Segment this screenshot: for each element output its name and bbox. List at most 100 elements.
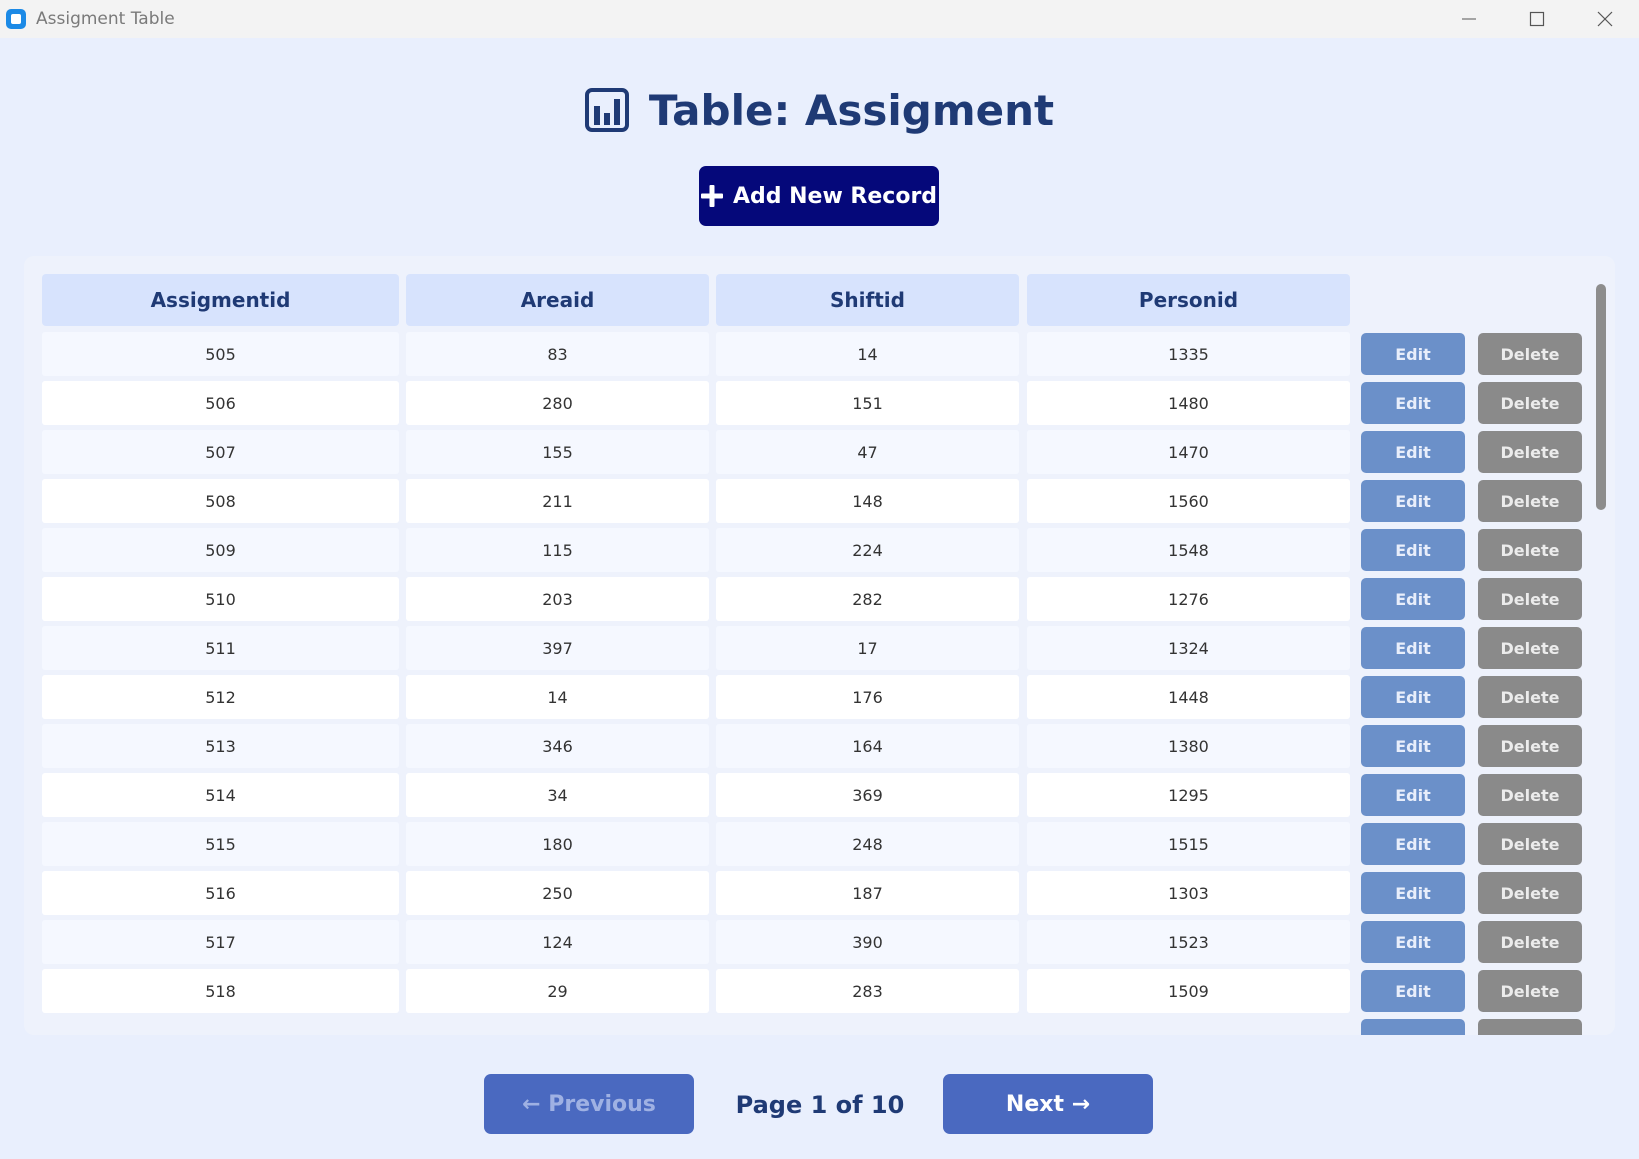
table-row: 513 346 164 1380 Edit Delete — [24, 724, 1615, 768]
delete-button[interactable]: Delete — [1478, 872, 1582, 914]
cell-shiftid: 187 — [716, 871, 1019, 915]
vertical-scrollbar[interactable] — [1596, 284, 1606, 510]
cell-assigmentid: 511 — [42, 626, 399, 670]
cell-personid: 1515 — [1027, 822, 1350, 866]
cell-assigmentid: 505 — [42, 332, 399, 376]
maximize-button[interactable] — [1503, 0, 1571, 38]
cell-personid: 1548 — [1027, 528, 1350, 572]
delete-button[interactable]: Delete — [1478, 970, 1582, 1012]
edit-button[interactable]: Edit — [1361, 578, 1465, 620]
cell-assigmentid: 515 — [42, 822, 399, 866]
delete-button[interactable] — [1478, 1019, 1582, 1035]
cell-personid: 1480 — [1027, 381, 1350, 425]
cell-areaid: 115 — [406, 528, 709, 572]
edit-button[interactable]: Edit — [1361, 774, 1465, 816]
edit-button[interactable]: Edit — [1361, 431, 1465, 473]
edit-button[interactable]: Edit — [1361, 480, 1465, 522]
app-icon — [6, 9, 26, 29]
delete-button[interactable]: Delete — [1478, 725, 1582, 767]
delete-button[interactable]: Delete — [1478, 382, 1582, 424]
close-button[interactable] — [1571, 0, 1639, 38]
cell-areaid: 34 — [406, 773, 709, 817]
cell-shiftid: 283 — [716, 969, 1019, 1013]
maximize-icon — [1529, 11, 1545, 27]
next-page-button[interactable]: Next → — [943, 1074, 1153, 1134]
cell-shiftid: 282 — [716, 577, 1019, 621]
cell-assigmentid: 514 — [42, 773, 399, 817]
cell-shiftid: 248 — [716, 822, 1019, 866]
table-row: 511 397 17 1324 Edit Delete — [24, 626, 1615, 670]
close-icon — [1597, 11, 1613, 27]
table-row: 507 155 47 1470 Edit Delete — [24, 430, 1615, 474]
cell-assigmentid: 509 — [42, 528, 399, 572]
table-row-partial — [24, 1018, 1615, 1035]
column-header-personid[interactable]: Personid — [1027, 274, 1350, 326]
table-row: 506 280 151 1480 Edit Delete — [24, 381, 1615, 425]
delete-button[interactable]: Delete — [1478, 627, 1582, 669]
cell-areaid: 155 — [406, 430, 709, 474]
bar-chart-icon — [584, 88, 629, 132]
cell-areaid: 280 — [406, 381, 709, 425]
cell-areaid: 397 — [406, 626, 709, 670]
delete-button[interactable]: Delete — [1478, 578, 1582, 620]
data-table: Assigmentid Areaid Shiftid Personid 505 8… — [24, 256, 1615, 1035]
table-row: 508 211 148 1560 Edit Delete — [24, 479, 1615, 523]
cell-areaid: 250 — [406, 871, 709, 915]
cell-personid: 1324 — [1027, 626, 1350, 670]
cell-assigmentid: 516 — [42, 871, 399, 915]
cell-assigmentid: 513 — [42, 724, 399, 768]
edit-button[interactable]: Edit — [1361, 921, 1465, 963]
cell-shiftid: 47 — [716, 430, 1019, 474]
cell-assigmentid: 510 — [42, 577, 399, 621]
delete-button[interactable]: Delete — [1478, 529, 1582, 571]
table-row: 518 29 283 1509 Edit Delete — [24, 969, 1615, 1013]
window-title: Assigment Table — [36, 9, 175, 29]
previous-page-button[interactable]: ← Previous — [484, 1074, 694, 1134]
edit-button[interactable] — [1361, 1019, 1465, 1035]
cell-areaid: 83 — [406, 332, 709, 376]
delete-button[interactable]: Delete — [1478, 333, 1582, 375]
delete-button[interactable]: Delete — [1478, 431, 1582, 473]
minimize-button[interactable] — [1435, 0, 1503, 38]
column-header-areaid[interactable]: Areaid — [406, 274, 709, 326]
edit-button[interactable]: Edit — [1361, 333, 1465, 375]
cell-assigmentid: 512 — [42, 675, 399, 719]
edit-button[interactable]: Edit — [1361, 529, 1465, 571]
add-button-label: Add New Record — [732, 183, 938, 209]
delete-button[interactable]: Delete — [1478, 921, 1582, 963]
add-new-record-button[interactable]: Add New Record — [699, 166, 939, 226]
delete-button[interactable]: Delete — [1478, 480, 1582, 522]
table-row: 515 180 248 1515 Edit Delete — [24, 822, 1615, 866]
cell-shiftid: 148 — [716, 479, 1019, 523]
edit-button[interactable]: Edit — [1361, 382, 1465, 424]
edit-button[interactable]: Edit — [1361, 823, 1465, 865]
edit-button[interactable]: Edit — [1361, 676, 1465, 718]
column-header-shiftid[interactable]: Shiftid — [716, 274, 1019, 326]
cell-areaid: 29 — [406, 969, 709, 1013]
cell-shiftid: 369 — [716, 773, 1019, 817]
edit-button[interactable]: Edit — [1361, 872, 1465, 914]
cell-personid: 1470 — [1027, 430, 1350, 474]
cell-shiftid: 17 — [716, 626, 1019, 670]
edit-button[interactable]: Edit — [1361, 725, 1465, 767]
cell-areaid: 346 — [406, 724, 709, 768]
cell-assigmentid: 506 — [42, 381, 399, 425]
cell-shiftid: 164 — [716, 724, 1019, 768]
column-header-assigmentid[interactable]: Assigmentid — [42, 274, 399, 326]
minimize-icon — [1462, 18, 1476, 20]
cell-assigmentid: 508 — [42, 479, 399, 523]
edit-button[interactable]: Edit — [1361, 627, 1465, 669]
page-heading: Table: Assigment — [0, 78, 1639, 142]
cell-areaid: 14 — [406, 675, 709, 719]
delete-button[interactable]: Delete — [1478, 774, 1582, 816]
edit-button[interactable]: Edit — [1361, 970, 1465, 1012]
cell-personid: 1380 — [1027, 724, 1350, 768]
delete-button[interactable]: Delete — [1478, 676, 1582, 718]
table-row: 517 124 390 1523 Edit Delete — [24, 920, 1615, 964]
cell-personid: 1335 — [1027, 332, 1350, 376]
cell-assigmentid: 507 — [42, 430, 399, 474]
delete-button[interactable]: Delete — [1478, 823, 1582, 865]
page-indicator: Page 1 of 10 — [735, 1091, 905, 1119]
table-body: 505 83 14 1335 Edit Delete 506 280 151 1480 Edit De… — [24, 332, 1615, 1035]
cell-areaid: 124 — [406, 920, 709, 964]
